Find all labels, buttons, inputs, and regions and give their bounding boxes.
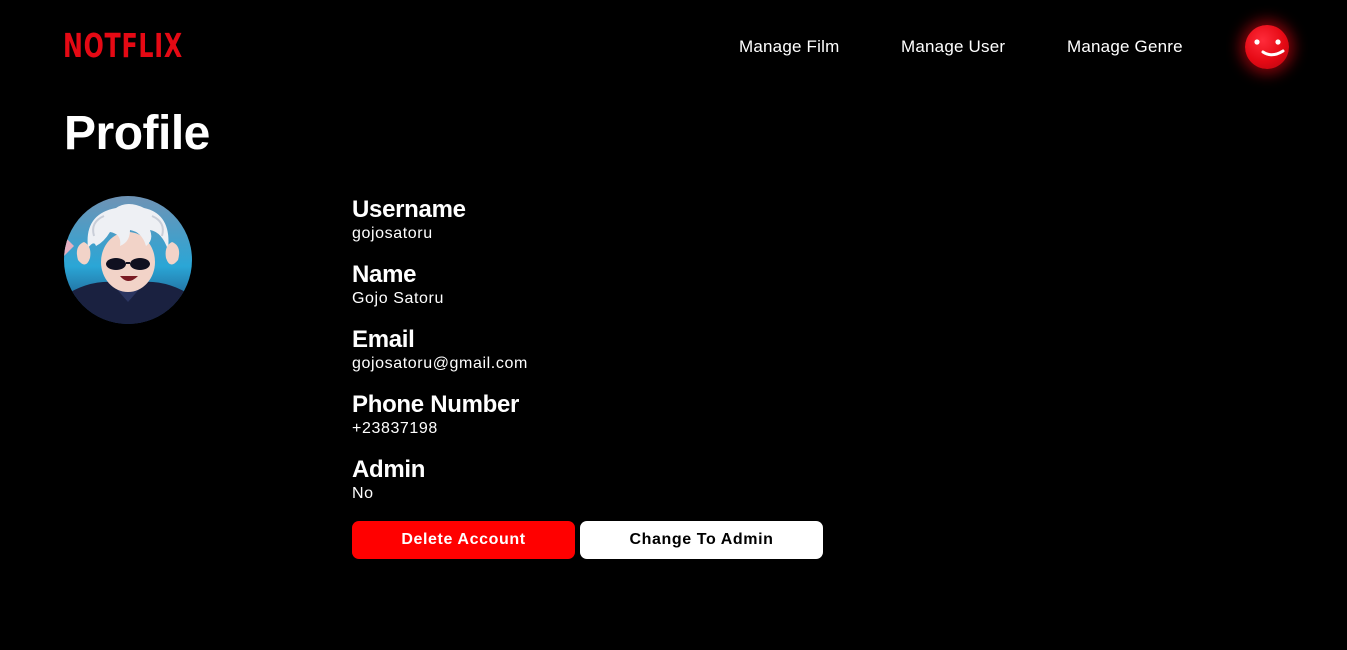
delete-account-button[interactable]: Delete Account <box>352 521 575 559</box>
admin-field: Admin No <box>352 456 528 521</box>
profile-actions: Delete Account Change To Admin <box>352 521 823 559</box>
email-value: gojosatoru@gmail.com <box>352 355 528 372</box>
page-title: Profile <box>64 107 210 160</box>
user-avatar[interactable] <box>1245 25 1289 69</box>
admin-value: No <box>352 485 374 502</box>
username-value: gojosatoru <box>352 225 433 242</box>
phone-field: Phone Number +23837198 <box>352 391 528 456</box>
phone-label: Phone Number <box>352 391 520 418</box>
profile-picture <box>64 196 192 324</box>
main-nav: Manage Film Manage User Manage Genre <box>739 37 1197 57</box>
name-value: Gojo Satoru <box>352 290 444 307</box>
name-label: Name <box>352 261 417 288</box>
username-label: Username <box>352 196 466 223</box>
anime-avatar-image <box>64 196 192 324</box>
profile-page: NOTFLIX Manage Film Manage User Manage G… <box>0 0 1347 650</box>
nav-manage-user[interactable]: Manage User <box>901 37 1067 57</box>
logo[interactable]: NOTFLIX <box>63 28 183 64</box>
nav-manage-genre[interactable]: Manage Genre <box>1067 37 1197 57</box>
profile-info: Username gojosatoru Name Gojo Satoru Ema… <box>352 196 528 521</box>
username-field: Username gojosatoru <box>352 196 528 261</box>
phone-value: +23837198 <box>352 420 438 437</box>
change-to-admin-button[interactable]: Change To Admin <box>580 521 823 559</box>
email-field: Email gojosatoru@gmail.com <box>352 326 528 391</box>
name-field: Name Gojo Satoru <box>352 261 528 326</box>
email-label: Email <box>352 326 415 353</box>
smiley-face-icon <box>1254 39 1285 57</box>
admin-label: Admin <box>352 456 426 483</box>
nav-manage-film[interactable]: Manage Film <box>739 37 901 57</box>
